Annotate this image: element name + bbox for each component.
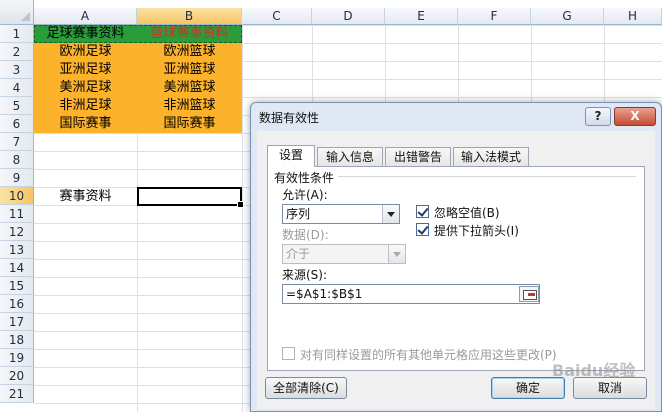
data-label: 数据(D): — [282, 228, 329, 242]
validation-criteria-label: 有效性条件 — [274, 171, 335, 185]
row-header-15[interactable]: 15 — [0, 277, 34, 295]
cell-a3[interactable]: 亚洲足球 — [34, 61, 137, 79]
source-input-value: =$A$1:$B$1 — [286, 287, 363, 301]
chevron-down-icon[interactable] — [382, 205, 399, 223]
apply-all-label[interactable]: 对有同样设置的所有其他单元格应用这些更改(P) — [300, 346, 557, 363]
row-header-1[interactable]: 1 — [0, 25, 34, 43]
allow-select-value: 序列 — [286, 207, 311, 221]
column-header-d[interactable]: D — [312, 8, 385, 25]
active-cell-b10[interactable] — [137, 187, 244, 208]
cell-a1[interactable]: 足球赛事资料 — [34, 25, 137, 43]
col-divider — [242, 25, 243, 412]
row-header-3[interactable]: 3 — [0, 61, 34, 79]
column-header-a[interactable]: A — [34, 8, 137, 25]
ignore-blank-label[interactable]: 忽略空值(B) — [434, 204, 500, 221]
row-header-16[interactable]: 16 — [0, 295, 34, 313]
tab-ime-mode[interactable]: 输入法模式 — [453, 147, 529, 166]
cell-b3[interactable]: 亚洲篮球 — [137, 61, 242, 79]
data-select-value: 介于 — [286, 247, 311, 261]
row-header-9[interactable]: 9 — [0, 169, 34, 187]
row-header-5[interactable]: 5 — [0, 97, 34, 115]
dialog-title: 数据有效性 — [259, 111, 320, 125]
row-header-10[interactable]: 10 — [0, 187, 34, 205]
data-select: 介于 — [282, 244, 406, 264]
in-cell-dropdown-checkbox[interactable] — [416, 223, 429, 236]
cell-b6[interactable]: 国际赛事 — [137, 115, 242, 133]
row-header-11[interactable]: 11 — [0, 205, 34, 223]
close-button[interactable]: X — [614, 107, 656, 126]
row-header-18[interactable]: 18 — [0, 331, 34, 349]
group-divider — [338, 176, 636, 177]
column-header-c[interactable]: C — [242, 8, 312, 25]
row-header-2[interactable]: 2 — [0, 43, 34, 61]
allow-label: 允许(A): — [282, 188, 328, 202]
row-header-17[interactable]: 17 — [0, 313, 34, 331]
watermark-logo: Baidu经验 — [552, 361, 636, 380]
row-header-7[interactable]: 7 — [0, 133, 34, 151]
cell-a4[interactable]: 美洲足球 — [34, 79, 137, 97]
help-button[interactable]: ? — [585, 107, 611, 126]
ignore-blank-checkbox[interactable] — [416, 205, 429, 218]
cell-a10[interactable]: 赛事资料 — [34, 188, 137, 206]
column-header-f[interactable]: F — [458, 8, 531, 25]
collapse-dialog-icon[interactable] — [519, 286, 539, 302]
in-cell-dropdown-label[interactable]: 提供下拉箭头(I) — [434, 222, 519, 239]
row-header-20[interactable]: 20 — [0, 367, 34, 385]
column-header-b[interactable]: B — [137, 8, 242, 25]
cell-a2[interactable]: 欧洲足球 — [34, 43, 137, 61]
cell-a5[interactable]: 非洲足球 — [34, 97, 137, 115]
settings-panel: 有效性条件 允许(A): 序列 忽略空值(B) 提供下拉箭头(I) 数据(D):… — [267, 166, 645, 371]
excel-window: A B C D E F G H 1 2 3 4 5 6 7 8 9 10 11 12 13 14 15 16 1… — [0, 0, 662, 412]
row-header-14[interactable]: 14 — [0, 259, 34, 277]
row-header-21[interactable]: 21 — [0, 385, 34, 403]
tab-settings[interactable]: 设置 — [267, 145, 315, 167]
cell-b2[interactable]: 欧洲篮球 — [137, 43, 242, 61]
row-header-6[interactable]: 6 — [0, 115, 34, 133]
row-header-8[interactable]: 8 — [0, 151, 34, 169]
chevron-down-icon — [388, 245, 405, 263]
row-header-13[interactable]: 13 — [0, 241, 34, 259]
column-header-g[interactable]: G — [531, 8, 604, 25]
column-header-e[interactable]: E — [385, 8, 458, 25]
cell-b4[interactable]: 美洲篮球 — [137, 79, 242, 97]
apply-all-checkbox[interactable] — [282, 347, 295, 360]
column-header-h[interactable]: H — [604, 8, 662, 25]
tab-error-alert[interactable]: 出错警告 — [385, 147, 451, 166]
cell-b5[interactable]: 非洲篮球 — [137, 97, 242, 115]
clear-all-button[interactable]: 全部清除(C) — [265, 377, 347, 399]
allow-select[interactable]: 序列 — [282, 204, 400, 224]
row-header-4[interactable]: 4 — [0, 79, 34, 97]
tab-input-message[interactable]: 输入信息 — [317, 147, 383, 166]
row-header-19[interactable]: 19 — [0, 349, 34, 367]
cell-a6[interactable]: 国际赛事 — [34, 115, 137, 133]
source-input[interactable]: =$A$1:$B$1 — [282, 284, 540, 304]
source-label: 来源(S): — [282, 268, 328, 282]
cell-b1[interactable]: 篮球赛事资料 — [137, 25, 242, 43]
row-header-12[interactable]: 12 — [0, 223, 34, 241]
select-all-corner[interactable] — [0, 0, 34, 25]
